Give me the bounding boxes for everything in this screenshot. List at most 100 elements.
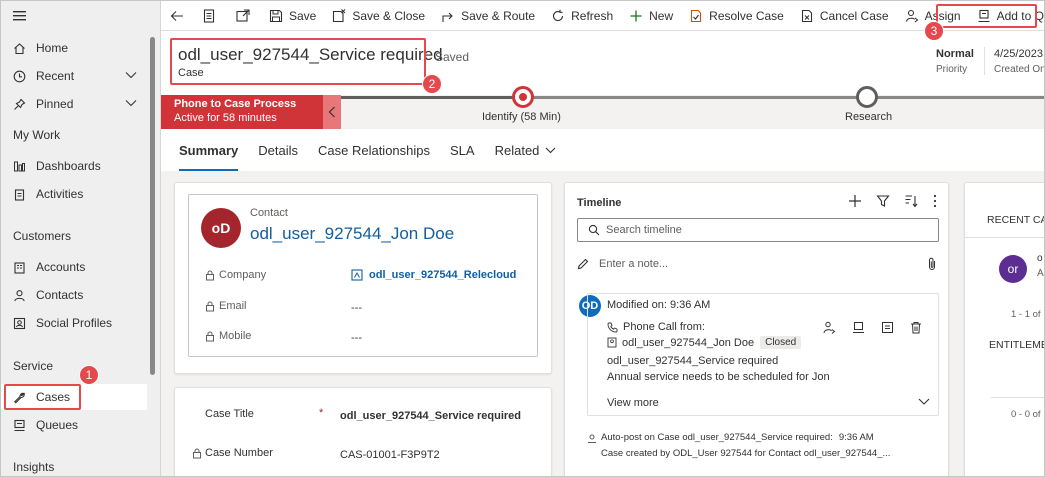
add-to-queue-button[interactable]: Add to Queue [969, 1, 1044, 31]
avatar: or [999, 255, 1027, 283]
sidebar-item-dashboards[interactable]: Dashboards [1, 153, 147, 179]
company-label: Company [219, 269, 267, 281]
plus-icon [629, 9, 643, 23]
tab-case-relationships[interactable]: Case Relationships [308, 129, 440, 171]
section-heading: Insights [13, 460, 55, 474]
save-close-label: Save & Close [352, 8, 426, 23]
process-duration: Active for 58 minutes [174, 112, 277, 124]
tab-details[interactable]: Details [248, 129, 308, 171]
case-number-value: CAS-01001-F3P9T2 [340, 449, 440, 461]
process-name-flyout[interactable]: Phone to Case Process Active for 58 minu… [161, 95, 323, 129]
save-and-route-button[interactable]: Save & Route [433, 1, 543, 31]
lock-icon [192, 448, 202, 459]
app-window: Home Recent Pinned My Work Dashboards Ac… [0, 0, 1045, 477]
divider [991, 397, 1044, 398]
more-options-icon[interactable] [932, 194, 938, 208]
save-route-label: Save & Route [461, 8, 536, 23]
auto-post-time: 9:36 AM [838, 432, 874, 443]
open-new-window-button[interactable] [225, 1, 261, 31]
note-placeholder: Enter a note... [599, 258, 669, 270]
tab-summary[interactable]: Summary [169, 129, 248, 171]
add-to-queue-label: Add to Queue [996, 8, 1044, 23]
stage-research-label[interactable]: Research [845, 111, 892, 123]
open-record-icon[interactable] [881, 321, 894, 334]
company-link[interactable]: odl_user_927544_Relecloud [351, 269, 516, 281]
filter-icon[interactable] [876, 194, 890, 208]
timeline-toolbar [848, 194, 938, 208]
sidebar-item-social-profiles[interactable]: Social Profiles [1, 310, 147, 336]
tab-related[interactable]: Related [485, 129, 567, 171]
case-title-input[interactable]: odl_user_927544_Service required [340, 410, 521, 422]
priority-field[interactable]: Normal Priority [936, 48, 974, 75]
entitlements-count: 0 - 0 of [1011, 409, 1041, 420]
chevron-down-icon[interactable] [918, 398, 930, 406]
note-input[interactable]: Enter a note... [577, 255, 939, 273]
sidebar-item-recent[interactable]: Recent [1, 63, 147, 89]
chevron-down-icon[interactable] [125, 99, 137, 107]
entitlements-heading: ENTITLEME [989, 339, 1045, 351]
annotation-badge-3: 3 [924, 21, 944, 41]
created-label: Created On [994, 64, 1045, 75]
sidebar-item-queues[interactable]: Queues [1, 412, 147, 438]
resolve-case-button[interactable]: Resolve Case [681, 1, 792, 31]
stage-research-node[interactable] [856, 86, 878, 108]
queue-icon[interactable] [852, 321, 865, 334]
sidebar-item-home[interactable]: Home [1, 35, 147, 61]
view-more-link[interactable]: View more [607, 397, 659, 409]
divider [965, 237, 1044, 238]
collapse-process-button[interactable] [323, 95, 341, 129]
lock-icon [205, 301, 215, 312]
sidebar-item-cases[interactable]: Cases [1, 384, 147, 410]
sidebar-item-label: Accounts [36, 260, 86, 274]
tab-sla[interactable]: SLA [440, 129, 485, 171]
clipboard-icon [12, 187, 26, 201]
case-number-label: Case Number [205, 447, 273, 459]
chevron-down-icon[interactable] [125, 71, 137, 79]
cancel-case-button[interactable]: Cancel Case [792, 1, 897, 31]
form-selector-button[interactable] [193, 1, 225, 31]
attachment-icon[interactable] [927, 257, 937, 271]
record-header: odl_user_927544_Service required Saved C… [161, 31, 1045, 95]
sidebar-item-contacts[interactable]: Contacts [1, 282, 147, 308]
stage-identify-node[interactable] [512, 86, 534, 108]
entry-subject: odl_user_927544_Service required [607, 355, 779, 367]
company-field-label: Company [205, 269, 266, 281]
sort-icon[interactable] [904, 194, 918, 208]
queue-icon [12, 418, 26, 432]
pin-icon [12, 97, 26, 111]
entry-contact-link[interactable]: odl_user_927544_Jon Doe [622, 337, 754, 349]
add-icon[interactable] [848, 194, 862, 208]
refresh-button[interactable]: Refresh [543, 1, 621, 31]
sidebar-scrollbar[interactable] [150, 37, 155, 375]
save-and-close-button[interactable]: Save & Close [324, 1, 433, 31]
sidebar-item-label: Cases [36, 390, 71, 404]
back-arrow-icon [170, 10, 184, 22]
timeline-entry[interactable]: Modified on: 9:36 AM Phone Call from: od… [587, 293, 939, 416]
save-button[interactable]: Save [261, 1, 324, 31]
business-process-flow: Phone to Case Process Active for 58 minu… [161, 86, 1044, 129]
phone-icon [607, 322, 618, 333]
delete-icon[interactable] [910, 321, 922, 334]
profile-icon [12, 316, 26, 330]
stage-identify-label[interactable]: Identify (58 Min) [482, 111, 561, 123]
hamburger-icon[interactable] [12, 9, 28, 23]
sidebar-item-accounts[interactable]: Accounts [1, 254, 147, 280]
email-value: --- [351, 302, 362, 314]
annotation-badge-1: 1 [79, 365, 99, 385]
sidebar: Home Recent Pinned My Work Dashboards Ac… [1, 1, 161, 476]
new-button[interactable]: New [621, 1, 681, 31]
assign-label: Assign [924, 8, 961, 23]
timeline-card: Timeline Search timeline Enter a note...… [564, 182, 949, 476]
open-in-new-window-icon [236, 9, 250, 22]
wrench-icon [12, 390, 26, 404]
sidebar-item-activities[interactable]: Activities [1, 181, 147, 207]
auto-post-description: Case created by ODL_User 927544 for Cont… [601, 448, 891, 459]
sidebar-item-pinned[interactable]: Pinned [1, 91, 147, 117]
timeline-search-input[interactable]: Search timeline [577, 218, 939, 242]
back-button[interactable] [161, 1, 193, 31]
assign-person-icon[interactable] [823, 321, 836, 334]
search-placeholder: Search timeline [606, 224, 682, 236]
email-field-label: Email [205, 300, 247, 312]
contact-name-link[interactable]: odl_user_927544_Jon Doe [250, 224, 454, 244]
contact-card: oD Contact odl_user_927544_Jon Doe Compa… [174, 182, 552, 374]
